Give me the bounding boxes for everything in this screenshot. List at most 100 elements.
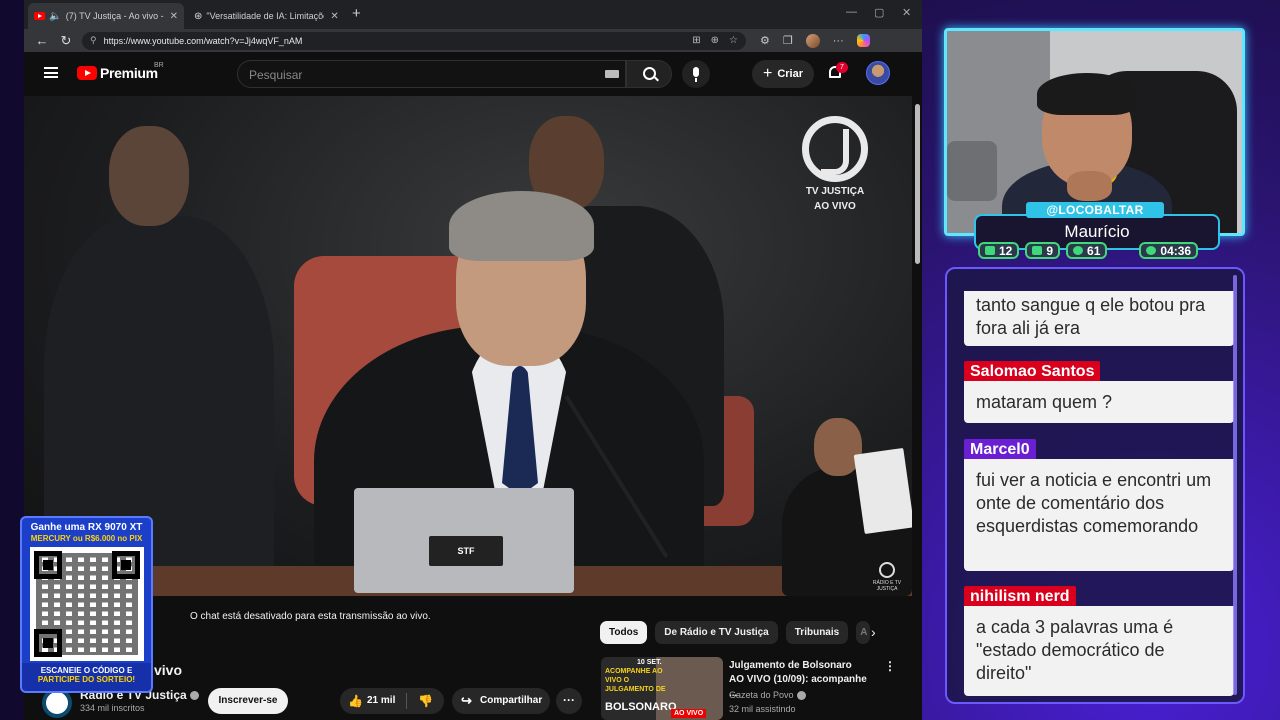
streamer-hands bbox=[1067, 171, 1112, 201]
share-button[interactable]: ↪ Compartilhar bbox=[452, 688, 550, 714]
collections-icon[interactable]: ❐ bbox=[783, 34, 793, 47]
chat-message-text: fui ver a noticia e encontri um onte de … bbox=[964, 459, 1234, 571]
share-label: Compartilhar bbox=[480, 695, 543, 706]
promo-footer: ESCANEIE O CÓDIGO E PARTICIPE DO SORTEIO… bbox=[22, 663, 151, 691]
copilot-icon[interactable] bbox=[856, 34, 870, 47]
recommendation-viewers: 32 mil assistindo bbox=[729, 704, 796, 714]
address-bar-row: ← ↻ ⚲ https://www.youtube.com/watch?v=Jj… bbox=[24, 29, 922, 52]
qr-code bbox=[29, 547, 144, 661]
thumbnail-caption: ACOMPANHE AO VIVO O JULGAMENTO DE bbox=[605, 668, 666, 693]
close-icon[interactable]: ✕ bbox=[170, 11, 178, 22]
notification-badge: 7 bbox=[836, 62, 848, 73]
twitch-icon bbox=[985, 246, 995, 255]
recommendation-chips: Todos De Rádio e TV Justiça Tribunais A bbox=[600, 621, 871, 645]
close-window-button[interactable]: ✕ bbox=[902, 6, 911, 19]
youtube-viewers: 9 bbox=[1025, 242, 1061, 259]
streamer-hair bbox=[1037, 73, 1137, 115]
reload-icon[interactable]: ↻ bbox=[54, 33, 78, 49]
search-button[interactable] bbox=[626, 60, 672, 88]
apps-icon[interactable]: ⊞ bbox=[692, 35, 700, 46]
create-button[interactable]: + Criar bbox=[752, 60, 814, 88]
like-dislike-group: 👍 21 mil 👎 bbox=[340, 688, 444, 714]
twitch-viewers: 12 bbox=[978, 242, 1020, 259]
promo-title: Ganhe uma RX 9070 XT bbox=[30, 522, 143, 533]
tv-justica-overlay: TV JUSTIÇA AO VIVO bbox=[790, 184, 880, 214]
voice-search-button[interactable] bbox=[682, 60, 710, 88]
menu-dots-icon[interactable]: ··· bbox=[833, 35, 844, 47]
chip-radio-tv-justica[interactable]: De Rádio e TV Justiça bbox=[655, 621, 778, 644]
overlay-line-2: AO VIVO bbox=[814, 201, 856, 212]
promo-subtitle: MERCURY ou R$6.000 no PIX bbox=[30, 534, 143, 543]
youtube-header: Premium BR Pesquisar + Criar 7 bbox=[24, 52, 922, 96]
recommendation-channel-text: Gazeta do Povo bbox=[729, 690, 794, 700]
qr-finder bbox=[111, 551, 140, 579]
youtube-logo-icon[interactable] bbox=[77, 66, 97, 80]
live-badge: AO VIVO bbox=[671, 709, 707, 718]
viewer-stats: 12 9 61 04:36 bbox=[978, 242, 1199, 260]
qr-finder bbox=[33, 629, 62, 657]
like-count[interactable]: 21 mil bbox=[367, 695, 395, 706]
new-tab-button[interactable]: + bbox=[352, 5, 361, 22]
page-scrollbar-thumb[interactable] bbox=[915, 104, 920, 264]
chevron-right-icon[interactable]: › bbox=[871, 624, 876, 640]
close-icon[interactable]: ✕ bbox=[330, 11, 338, 22]
search-input[interactable]: Pesquisar bbox=[237, 60, 626, 88]
more-actions-button[interactable]: ··· bbox=[556, 688, 582, 714]
maximize-button[interactable]: ▢ bbox=[874, 6, 884, 19]
tab-tv-justica[interactable]: 🔈 (7) TV Justiça - Ao vivo - You ✕ bbox=[28, 3, 184, 29]
chat-message-text: a cada 3 palavras uma é "estado democrát… bbox=[964, 606, 1234, 696]
background-person-head bbox=[109, 126, 189, 226]
plus-icon: + bbox=[762, 65, 773, 82]
star-icon[interactable]: ☆ bbox=[729, 35, 738, 46]
video-title: vivo bbox=[154, 662, 183, 678]
browser-window: 🔈 (7) TV Justiça - Ao vivo - You ✕ ⊛ "Ve… bbox=[24, 0, 922, 720]
background-object bbox=[947, 141, 997, 201]
divider bbox=[406, 693, 407, 709]
streamer-handle: @LOCOBALTAR bbox=[1026, 202, 1164, 218]
promo-cta-line-2: PARTICIPE DO SORTEIO! bbox=[37, 675, 136, 684]
chat-scrollbar[interactable] bbox=[1233, 275, 1237, 695]
zoom-icon[interactable]: ⊕ bbox=[711, 35, 719, 46]
chat-username: Marcel0 bbox=[964, 439, 1036, 461]
hamburger-menu-icon[interactable] bbox=[44, 67, 58, 78]
stream-uptime: 04:36 bbox=[1139, 242, 1199, 259]
back-arrow-icon[interactable]: ← bbox=[30, 33, 54, 48]
chat-disabled-message: O chat está desativado para esta transmi… bbox=[190, 611, 431, 622]
speaker-icon[interactable]: 🔈 bbox=[49, 11, 61, 22]
create-label: Criar bbox=[777, 68, 804, 80]
subscribe-button[interactable]: Inscrever-se bbox=[208, 688, 288, 714]
account-avatar[interactable] bbox=[866, 61, 890, 85]
chip-tribunais[interactable]: Tribunais bbox=[785, 621, 849, 644]
youtube-brand[interactable]: Premium bbox=[100, 65, 158, 81]
share-arrow-icon: ↪ bbox=[461, 693, 472, 708]
tab-bar: 🔈 (7) TV Justiça - Ao vivo - You ✕ ⊛ "Ve… bbox=[24, 0, 922, 29]
tab-versatilidade-ia[interactable]: ⊛ "Versatilidade de IA: Limitações e ✕ bbox=[188, 3, 346, 29]
video-player[interactable]: STF TV JUSTIÇA AO VIVO RÁDIO E TV JUSTIÇ… bbox=[24, 96, 912, 596]
clock-icon bbox=[1146, 246, 1157, 255]
verified-icon bbox=[796, 691, 806, 701]
kick-viewers: 61 bbox=[1066, 242, 1108, 259]
twitch-viewer-count: 12 bbox=[999, 243, 1013, 258]
site-info-icon[interactable]: ⚲ bbox=[90, 35, 97, 46]
thumbnail-headline: BOLSONARO bbox=[605, 701, 677, 713]
minimize-button[interactable]: — bbox=[846, 6, 857, 18]
kick-icon bbox=[1073, 246, 1084, 255]
chat-message-text: mataram quem ? bbox=[964, 381, 1234, 423]
region-code: BR bbox=[154, 62, 164, 69]
overlay-line-1: TV JUSTIÇA bbox=[805, 186, 865, 197]
thumbnail-date: 10 SET. bbox=[637, 659, 662, 666]
recommendation-thumbnail[interactable]: ACOMPANHE AO VIVO O JULGAMENTO DE BOLSON… bbox=[601, 657, 723, 720]
extensions-icon[interactable]: ⚙ bbox=[760, 34, 770, 47]
kebab-menu-icon[interactable]: ⋮ bbox=[884, 659, 896, 673]
subscriber-count: 334 mil inscritos bbox=[80, 703, 145, 713]
recommendation-channel[interactable]: Gazeta do Povo bbox=[729, 690, 806, 701]
address-bar[interactable]: ⚲ https://www.youtube.com/watch?v=Jj4wqV… bbox=[82, 31, 746, 50]
thumbs-down-icon[interactable]: 👎 bbox=[418, 694, 433, 708]
profile-avatar[interactable] bbox=[805, 33, 820, 48]
chip-partial[interactable]: A bbox=[856, 621, 871, 644]
chip-todos[interactable]: Todos bbox=[600, 621, 648, 644]
keyboard-icon[interactable] bbox=[605, 70, 619, 78]
thumbs-up-icon[interactable]: 👍 bbox=[348, 694, 363, 708]
youtube-icon bbox=[1032, 246, 1043, 255]
url-text: https://www.youtube.com/watch?v=Jj4wqVF_… bbox=[103, 35, 303, 46]
